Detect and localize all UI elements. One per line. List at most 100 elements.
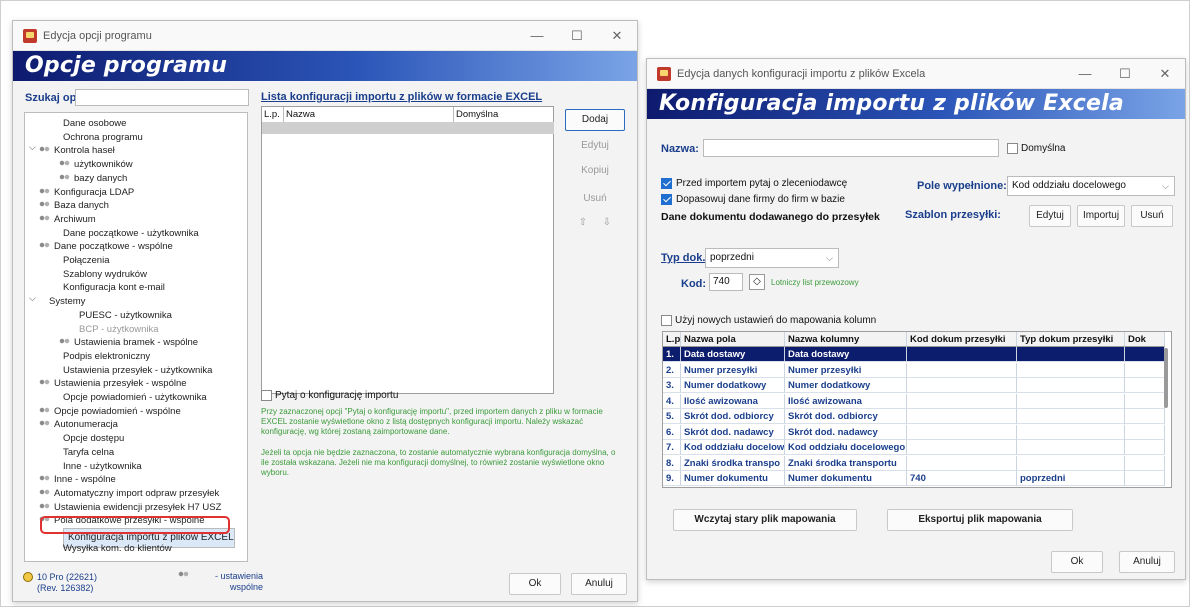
table-cell: Skrót dod. nadawcy <box>785 424 907 440</box>
tree-item[interactable]: Baza danych <box>39 199 109 212</box>
col-lp[interactable]: L.p. <box>262 107 284 122</box>
col-name[interactable]: Nazwa <box>284 107 454 122</box>
ask-client-checkbox[interactable] <box>661 178 672 189</box>
scrollbar[interactable] <box>1164 348 1168 408</box>
tree-item[interactable]: Kontrola haseł <box>39 144 115 157</box>
tree-item[interactable]: Szablony wydruków <box>63 268 147 281</box>
tree-item[interactable]: Wysyłka kom. do klientów <box>63 542 172 555</box>
minimize-icon[interactable]: — <box>1065 59 1105 88</box>
minimize-icon[interactable]: — <box>517 21 557 50</box>
cancel-button[interactable]: Anuluj <box>571 573 627 595</box>
tree-item[interactable]: Opcje powiadomień - wspólne <box>39 405 181 418</box>
excel-banner: Konfiguracja importu z plików Excela <box>647 89 1185 119</box>
tree-item[interactable]: Inne - użytkownika <box>63 460 142 473</box>
chevron-down-icon[interactable]: ⌵ <box>29 142 36 153</box>
tree-item[interactable]: Archiwum <box>39 213 96 226</box>
col-default[interactable]: Domyślna <box>454 107 554 122</box>
tree-item[interactable]: Połączenia <box>63 254 109 267</box>
tree-item[interactable]: Opcje powiadomień - użytkownika <box>63 391 207 404</box>
tree-item[interactable]: Opcje dostępu <box>63 432 124 445</box>
fill-field-label: Pole wypełnione: <box>917 180 1007 192</box>
template-edit-button[interactable]: Edytuj <box>1029 205 1071 227</box>
match-firms-label: Dopasowuj dane firmy do firm w bazie <box>676 194 845 205</box>
tree-item-label: Dane osobowe <box>63 118 127 129</box>
tree-item[interactable]: Ustawienia bramek - wspólne <box>59 336 198 349</box>
table-cell <box>1017 440 1125 455</box>
delete-button[interactable]: Usuń <box>565 189 625 211</box>
mapping-row[interactable]: 4. Ilość awizowana Ilość awizowana <box>663 393 1171 409</box>
table-cell: Nazwa kolumny <box>785 332 907 347</box>
tree-item[interactable]: Konfiguracja kont e-mail <box>63 281 165 294</box>
mapping-row[interactable]: 9. Numer dokumentu Numer dokumentu 740 poprz… <box>663 471 1171 486</box>
maximize-icon[interactable]: ☐ <box>1105 59 1145 88</box>
users-icon <box>59 338 70 347</box>
maximize-icon[interactable]: ☐ <box>557 21 597 50</box>
template-import-button[interactable]: Importuj <box>1077 205 1125 227</box>
options-window-title: Edycja opcji programu <box>43 29 152 42</box>
tree-item[interactable]: Konfiguracja LDAP <box>39 186 134 199</box>
tree-item[interactable]: Ochrona programu <box>63 131 143 144</box>
edit-button[interactable]: Edytuj <box>565 136 625 158</box>
ok-button[interactable]: Ok <box>1051 551 1103 573</box>
table-cell <box>1125 471 1165 486</box>
tree-item[interactable]: Dane początkowe - użytkownika <box>63 227 199 240</box>
match-firms-checkbox[interactable] <box>661 194 672 205</box>
tree-item-label: Opcje powiadomień - wspólne <box>54 405 181 417</box>
tree-item[interactable]: Dane osobowe <box>63 117 126 130</box>
chevron-down-icon[interactable]: ⌵ <box>29 293 36 304</box>
template-delete-button[interactable]: Usuń <box>1131 205 1173 227</box>
tree-item[interactable]: bazy danych <box>59 172 127 185</box>
tree-item[interactable]: Ustawienia przesyłek - wspólne <box>39 377 187 390</box>
excel-titlebar: Edycja danych konfiguracji importu z pli… <box>647 59 1185 89</box>
fill-field-select[interactable]: Kod oddziału docelowego ⌵ <box>1007 176 1175 196</box>
move-down-icon[interactable]: ⇩ <box>597 213 617 235</box>
tree-item[interactable]: Podpis elektroniczny <box>63 350 150 363</box>
default-label: Domyślna <box>1021 143 1066 154</box>
users-icon <box>39 214 50 223</box>
mapping-row[interactable]: 1. Data dostawy Data dostawy <box>663 347 1171 362</box>
empty-row[interactable] <box>262 122 554 134</box>
mapping-row[interactable]: 7. Kod oddziału docelow Kod oddziału docel… <box>663 440 1171 455</box>
doc-type-select[interactable]: poprzedni ⌵ <box>705 248 839 268</box>
cancel-button[interactable]: Anuluj <box>1119 551 1175 573</box>
excel-config-window: Edycja danych konfiguracji importu z pli… <box>646 58 1186 580</box>
tree-item[interactable]: Inne - wspólne <box>39 473 116 486</box>
tree-item[interactable]: Dane początkowe - wspólne <box>39 240 173 253</box>
mapping-row[interactable]: 3. Numer dodatkowy Numer dodatkowy <box>663 378 1171 393</box>
tree-item[interactable]: użytkowników <box>59 158 133 171</box>
tree-item[interactable]: Automatyczny import odpraw przesyłek <box>39 487 219 500</box>
load-mapping-button[interactable]: Wczytaj stary plik mapowania <box>673 509 857 531</box>
tree-item[interactable]: Ustawienia ewidencji przesyłek H7 USZ <box>39 501 221 514</box>
mapping-table[interactable]: L.p.Nazwa polaNazwa kolumnyKod dokum prz… <box>662 331 1172 488</box>
mapping-row[interactable]: 6. Skrót dod. nadawcy Skrót dod. nadawcy <box>663 424 1171 440</box>
mapping-row[interactable]: 8. Znaki środka transpo Znaki środka trans… <box>663 455 1171 471</box>
lookup-icon[interactable]: ◇ <box>749 274 765 290</box>
tree-item[interactable]: BCP - użytkownika <box>79 323 159 336</box>
new-mapping-checkbox[interactable] <box>661 315 672 326</box>
mapping-row[interactable]: 5. Skrót dod. odbiorcy Skrót dod. odbiorcy <box>663 409 1171 424</box>
tree-item[interactable]: Taryfa celna <box>63 446 114 459</box>
table-cell <box>1017 424 1125 440</box>
ask-config-checkbox[interactable] <box>261 390 272 401</box>
close-icon[interactable]: ✕ <box>1145 59 1185 88</box>
tree-item[interactable]: Autonumeracja <box>39 418 118 431</box>
export-mapping-button[interactable]: Eksportuj plik mapowania <box>887 509 1073 531</box>
mapping-row[interactable]: 2. Numer przesyłki Numer przesyłki <box>663 362 1171 378</box>
tree-item[interactable]: PUESC - użytkownika <box>79 309 172 322</box>
options-tree[interactable]: Dane osobowe Ochrona programu Kontrola has… <box>24 112 248 562</box>
default-checkbox[interactable] <box>1007 143 1018 154</box>
add-button[interactable]: Dodaj <box>565 109 625 131</box>
tree-item[interactable]: Ustawienia przesyłek - użytkownika <box>63 364 212 377</box>
ok-button[interactable]: Ok <box>509 573 561 595</box>
close-icon[interactable]: ✕ <box>597 21 637 50</box>
copy-button[interactable]: Kopiuj <box>565 161 625 183</box>
code-input[interactable]: 740 <box>709 273 743 291</box>
config-list-table[interactable]: L.p. Nazwa Domyślna <box>261 106 554 394</box>
name-input[interactable] <box>703 139 999 157</box>
tree-item[interactable]: Systemy <box>49 295 85 308</box>
search-input[interactable] <box>75 89 249 106</box>
tree-item-label: Dane początkowe - użytkownika <box>63 227 199 239</box>
table-cell: Nazwa pola <box>681 332 785 347</box>
move-up-icon[interactable]: ⇧ <box>573 213 593 235</box>
mapping-header-row[interactable]: L.p.Nazwa polaNazwa kolumnyKod dokum prz… <box>663 332 1171 347</box>
